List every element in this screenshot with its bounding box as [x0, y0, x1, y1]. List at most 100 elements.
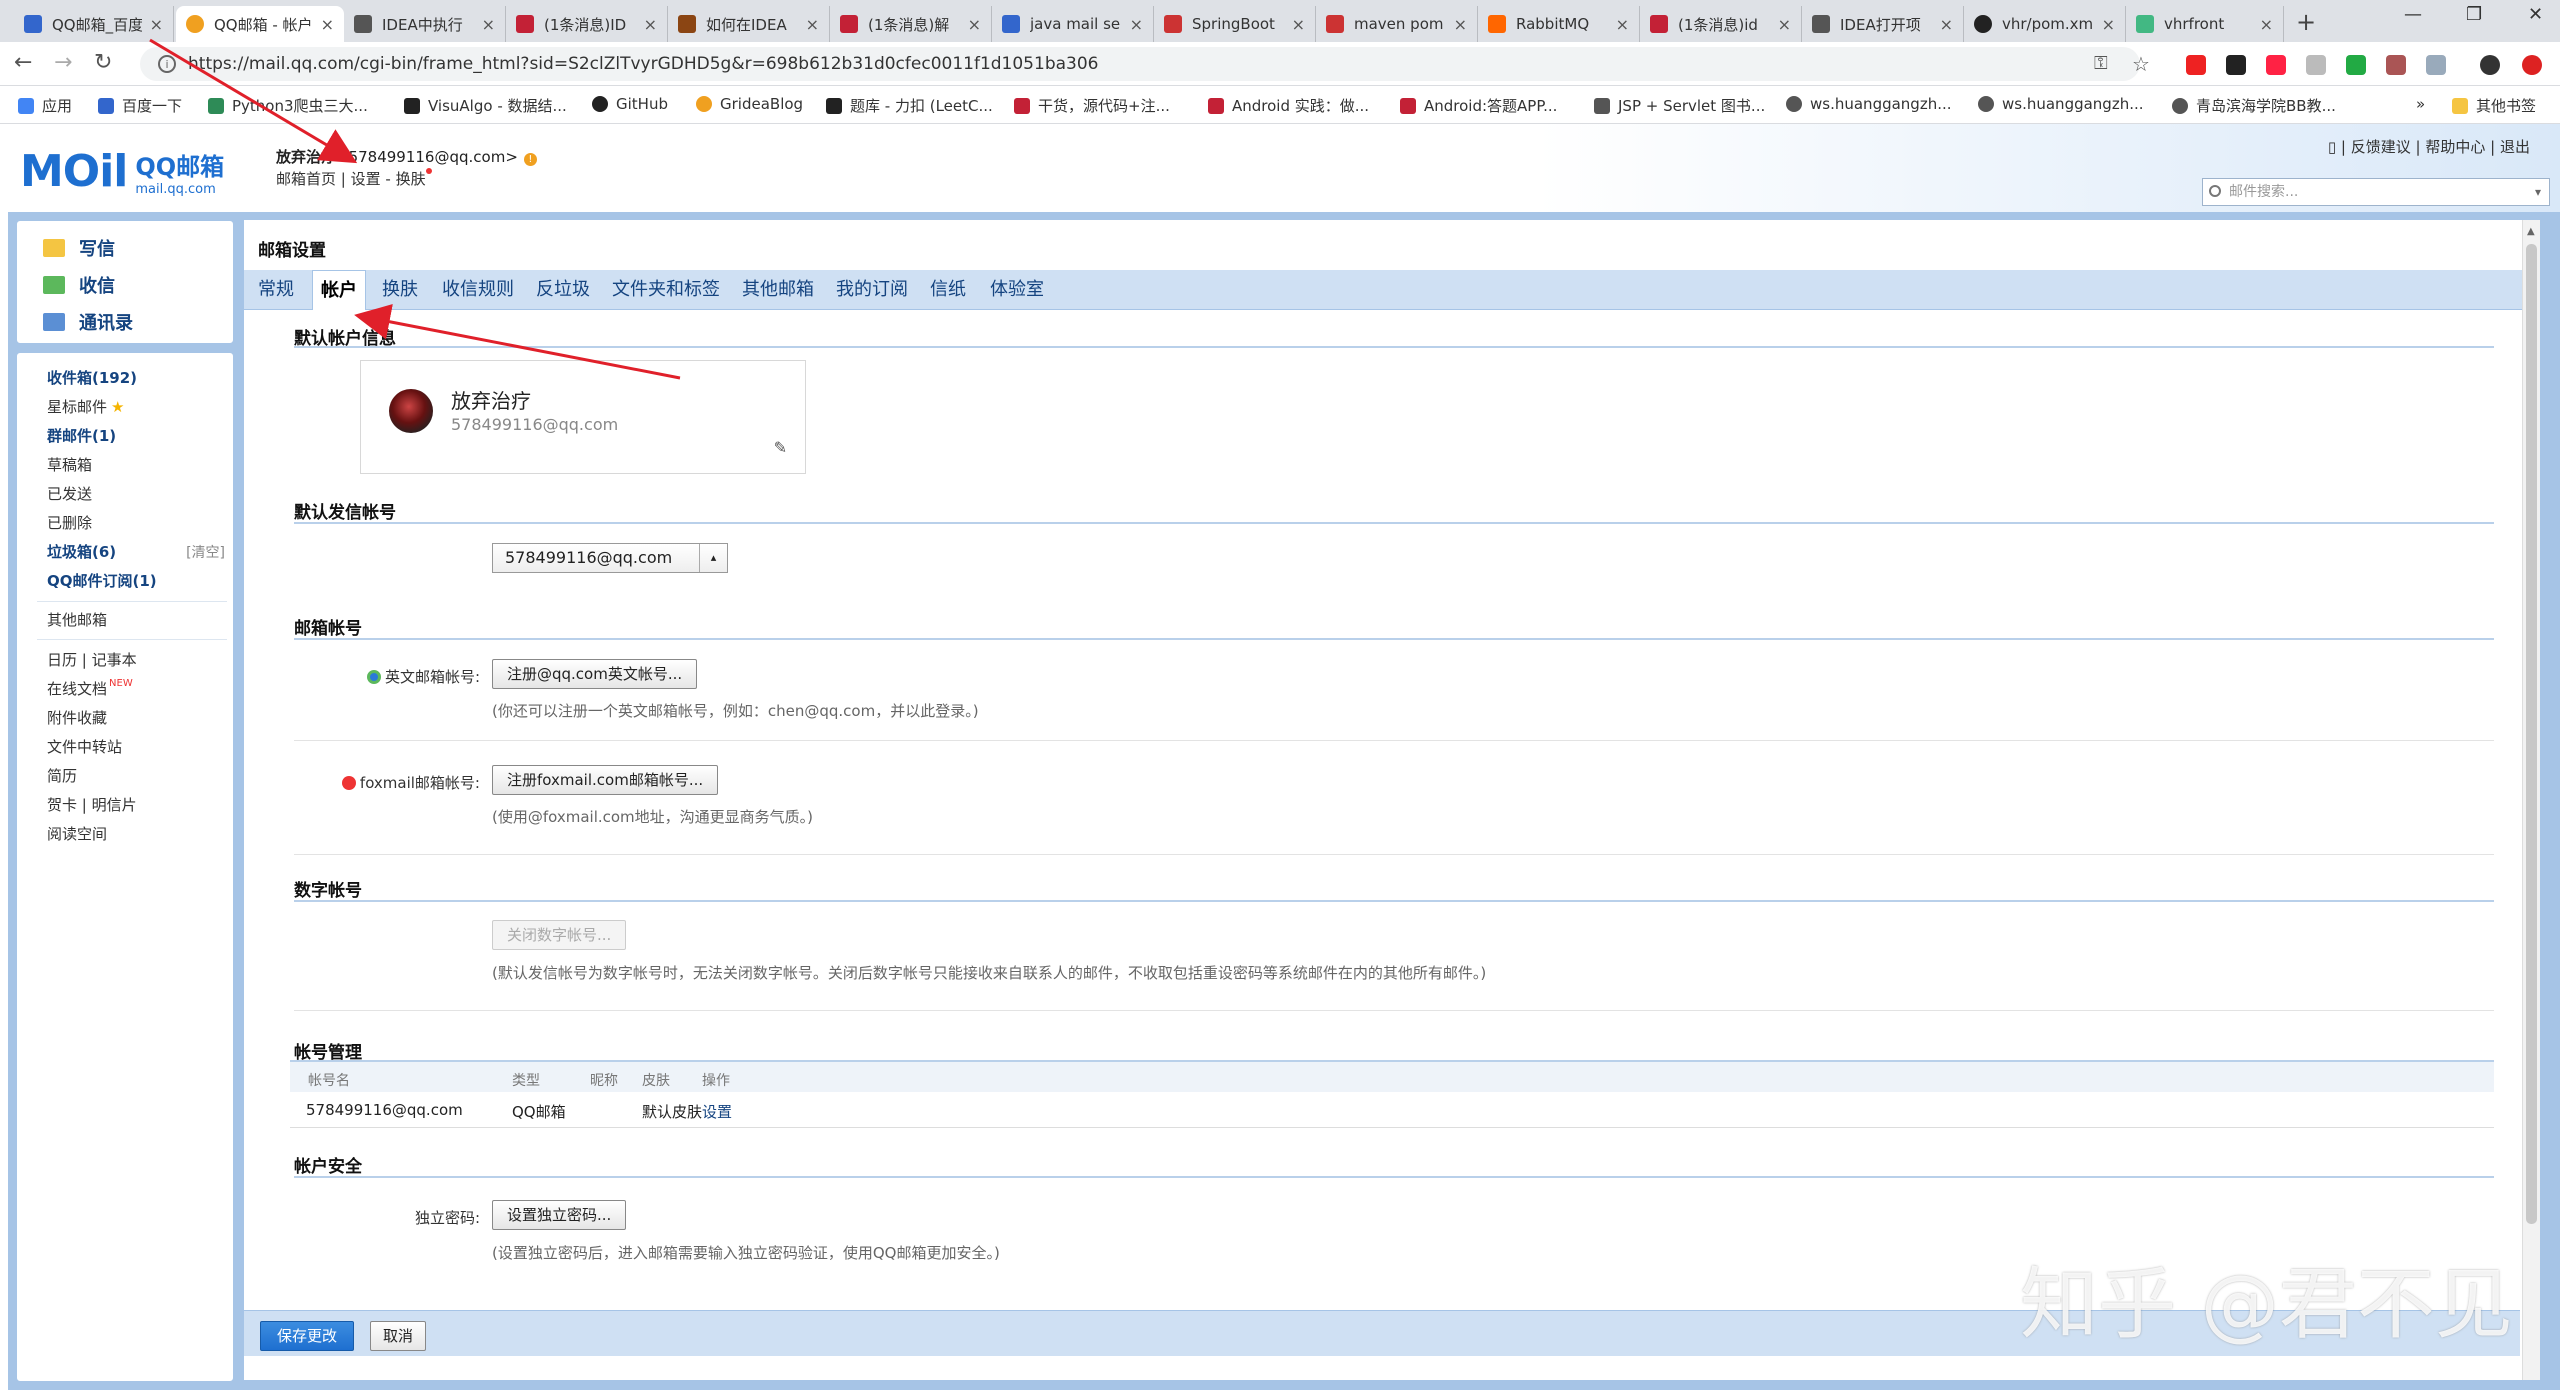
- bookmark-item[interactable]: GrideaBlog: [696, 95, 803, 113]
- mobile-icon[interactable]: ▯: [2328, 138, 2336, 156]
- tab-labs[interactable]: 体验室: [982, 270, 1052, 310]
- tab-general[interactable]: 常规: [250, 270, 302, 310]
- bookmark-item[interactable]: ws.huanggangzh...: [1978, 95, 2144, 113]
- folder-inbox[interactable]: 收件箱(192): [47, 367, 137, 388]
- browser-tab[interactable]: IDEA中执行 ×: [344, 6, 506, 42]
- extension-icon[interactable]: [2186, 55, 2206, 75]
- tab-rules[interactable]: 收信规则: [434, 270, 522, 310]
- window-close-icon[interactable]: ✕: [2528, 4, 2543, 25]
- browser-tab[interactable]: IDEA打开项 ×: [1802, 6, 1964, 42]
- bookmark-item[interactable]: Android 实践：做...: [1208, 95, 1369, 116]
- feedback-link[interactable]: 反馈建议: [2351, 138, 2411, 156]
- folder-starred[interactable]: 星标邮件 ★: [47, 396, 124, 417]
- extension-icon[interactable]: [2306, 55, 2326, 75]
- register-foxmail-button[interactable]: 注册foxmail.com邮箱帐号...: [492, 765, 719, 795]
- restore-icon[interactable]: ❐: [2466, 4, 2482, 25]
- tab-other-mailboxes[interactable]: 其他邮箱: [734, 270, 822, 310]
- address-bar[interactable]: i https://mail.qq.com/cgi-bin/frame_html…: [140, 47, 2140, 81]
- close-icon[interactable]: ×: [2260, 15, 2273, 34]
- default-sender-select[interactable]: 578499116@qq.com ▴: [492, 543, 728, 573]
- save-button[interactable]: 保存更改: [260, 1321, 355, 1351]
- calendar-link[interactable]: 日历: [47, 651, 77, 669]
- key-icon[interactable]: ⚿: [2094, 53, 2108, 74]
- cancel-button[interactable]: 取消: [370, 1321, 427, 1351]
- folder-group[interactable]: 群邮件(1): [47, 425, 116, 446]
- close-icon[interactable]: ×: [806, 15, 819, 34]
- close-icon[interactable]: ×: [1130, 15, 1143, 34]
- browser-tab[interactable]: QQ邮箱_百度 ×: [14, 6, 174, 42]
- close-icon[interactable]: ×: [1454, 15, 1467, 34]
- tab-folders-labels[interactable]: 文件夹和标签: [604, 270, 728, 310]
- extension-icon[interactable]: [2426, 55, 2446, 75]
- online-docs-link[interactable]: 在线文档 NEW: [47, 678, 133, 699]
- close-icon[interactable]: ×: [321, 15, 334, 34]
- notebook-link[interactable]: 记事本: [92, 651, 137, 669]
- close-icon[interactable]: ×: [482, 15, 495, 34]
- resume-link[interactable]: 简历: [47, 765, 77, 786]
- close-icon[interactable]: ×: [968, 15, 981, 34]
- tab-skin[interactable]: 换肤: [374, 270, 426, 310]
- new-tab-button[interactable]: +: [2296, 8, 2316, 36]
- bookmark-item[interactable]: 应用: [18, 95, 72, 116]
- bookmark-item[interactable]: 青岛滨海学院BB教...: [2172, 95, 2336, 116]
- close-icon[interactable]: ×: [1616, 15, 1629, 34]
- bookmark-item[interactable]: JSP + Servlet 图书...: [1594, 95, 1765, 116]
- tab-stationery[interactable]: 信纸: [922, 270, 974, 310]
- other-bookmarks-folder[interactable]: 其他书签: [2452, 95, 2536, 116]
- folder-sent[interactable]: 已发送: [47, 483, 92, 504]
- compose-button[interactable]: 写信: [43, 235, 115, 261]
- reading-space-link[interactable]: 阅读空间: [47, 823, 107, 844]
- profile-avatar[interactable]: [2480, 55, 2500, 75]
- browser-tab[interactable]: vhr/pom.xm ×: [1964, 6, 2126, 42]
- bookmark-item[interactable]: ws.huanggangzh...: [1786, 95, 1952, 113]
- browser-tab[interactable]: (1条消息)ID ×: [506, 6, 668, 42]
- extension-icon[interactable]: [2386, 55, 2406, 75]
- tab-antispam[interactable]: 反垃圾: [528, 270, 598, 310]
- close-digital-account-button[interactable]: 关闭数字帐号...: [492, 920, 627, 950]
- close-icon[interactable]: ×: [1940, 15, 1953, 34]
- update-icon[interactable]: [2522, 55, 2542, 75]
- browser-tab[interactable]: (1条消息)id ×: [1640, 6, 1802, 42]
- mail-search-input[interactable]: 邮件搜索... ▾: [2202, 178, 2550, 206]
- home-link[interactable]: 邮箱首页: [276, 170, 336, 188]
- folder-drafts[interactable]: 草稿箱: [47, 454, 92, 475]
- more-bookmarks-button[interactable]: »: [2416, 95, 2425, 113]
- info-icon[interactable]: i: [158, 55, 176, 73]
- bookmark-item[interactable]: 干货，源代码+注...: [1014, 95, 1170, 116]
- file-transfer-link[interactable]: 文件中转站: [47, 736, 122, 757]
- bookmark-item[interactable]: VisuAlgo - 数据结...: [404, 95, 567, 116]
- folder-spam[interactable]: 垃圾箱(6): [47, 541, 116, 562]
- browser-tab[interactable]: (1条消息)解 ×: [830, 6, 992, 42]
- browser-tab[interactable]: vhrfront ×: [2126, 6, 2284, 42]
- register-english-account-button[interactable]: 注册@qq.com英文帐号...: [492, 659, 698, 689]
- browser-tab[interactable]: SpringBoot ×: [1154, 6, 1316, 42]
- account-settings-link[interactable]: 设置: [702, 1101, 732, 1122]
- close-icon[interactable]: ×: [2102, 15, 2115, 34]
- vertical-scrollbar[interactable]: ▲: [2522, 220, 2540, 1380]
- folder-deleted[interactable]: 已删除: [47, 512, 92, 533]
- warning-icon[interactable]: !: [523, 153, 537, 166]
- close-icon[interactable]: ×: [644, 15, 657, 34]
- extension-icon[interactable]: [2346, 55, 2366, 75]
- minimize-icon[interactable]: —: [2404, 4, 2422, 25]
- scroll-up-icon[interactable]: ▲: [2527, 226, 2535, 237]
- close-icon[interactable]: ×: [1778, 15, 1791, 34]
- chevron-down-icon[interactable]: ▾: [2535, 179, 2541, 205]
- browser-tab[interactable]: java mail se ×: [992, 6, 1154, 42]
- clear-spam-link[interactable]: [清空]: [186, 542, 225, 562]
- logout-link[interactable]: 退出: [2500, 138, 2530, 156]
- back-icon[interactable]: ←: [14, 50, 32, 75]
- skin-link[interactable]: 换肤: [396, 170, 426, 188]
- bookmark-item[interactable]: GitHub: [592, 95, 668, 113]
- receive-button[interactable]: 收信: [43, 272, 115, 298]
- edit-pencil-icon[interactable]: ✎: [774, 438, 787, 457]
- set-independent-password-button[interactable]: 设置独立密码...: [492, 1200, 627, 1230]
- extension-icon[interactable]: [2226, 55, 2246, 75]
- close-icon[interactable]: ×: [150, 15, 163, 34]
- browser-tab[interactable]: RabbitMQ ×: [1478, 6, 1640, 42]
- browser-tab[interactable]: maven pom ×: [1316, 6, 1478, 42]
- extension-icon[interactable]: [2266, 55, 2286, 75]
- help-link[interactable]: 帮助中心: [2425, 138, 2485, 156]
- forward-icon[interactable]: →: [54, 50, 72, 75]
- bookmark-item[interactable]: 题库 - 力扣 (LeetC...: [826, 95, 993, 116]
